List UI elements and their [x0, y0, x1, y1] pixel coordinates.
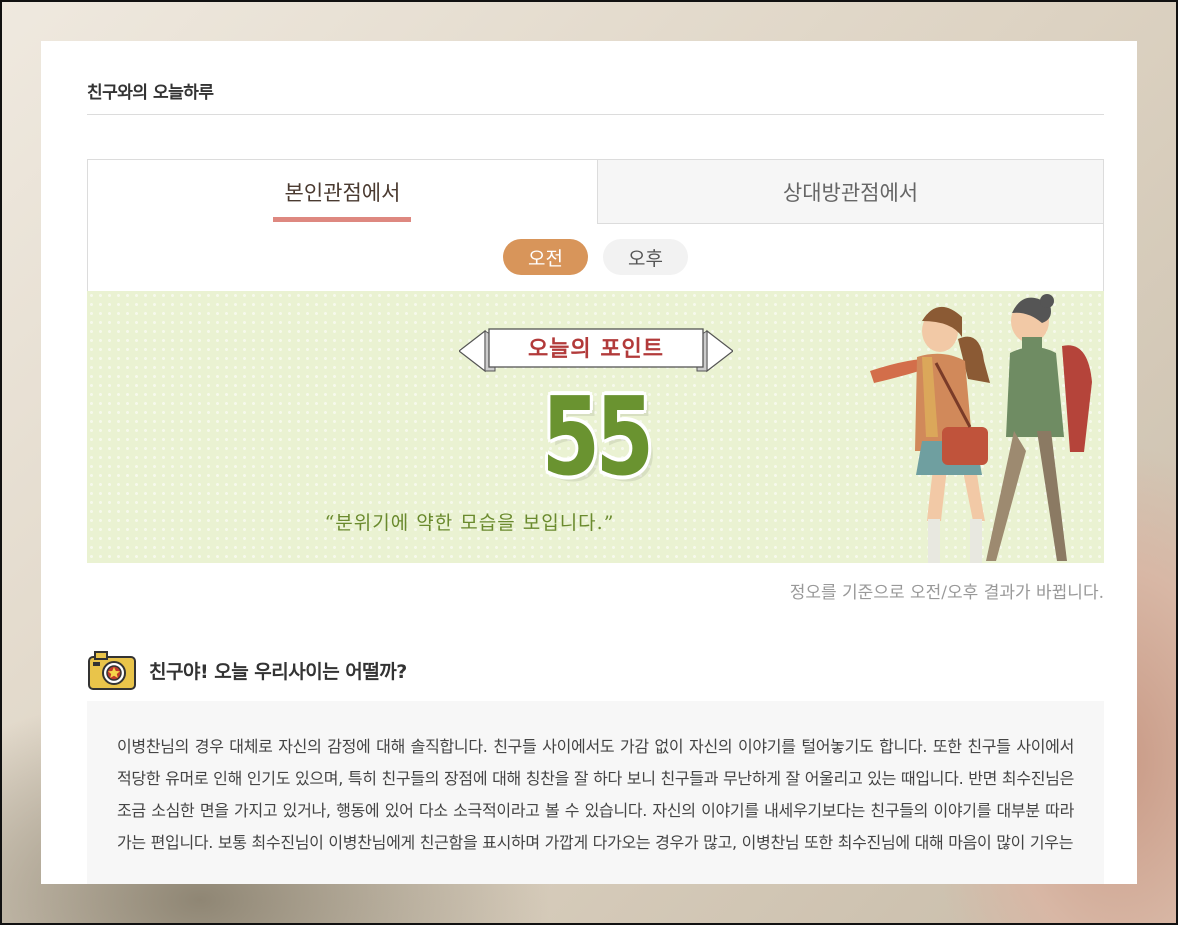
ribbon: 오늘의 포인트 [458, 327, 734, 375]
page-title-bar: 친구와의 오늘하루 [87, 78, 1104, 115]
section-heading-text: 친구야! 오늘 우리사이는 어떨까? [149, 661, 407, 683]
pm-toggle-button[interactable]: 오후 [603, 239, 688, 275]
perspective-box: 본인관점에서 상대방관점에서 오전 오후 [87, 159, 1104, 292]
description-text: 이병찬님의 경우 대체로 자신의 감정에 대해 솔직합니다. 친구들 사이에서도… [117, 737, 1074, 852]
am-pm-note: 정오를 기준으로 오전/오후 결과가 바뀝니다. [789, 583, 1104, 603]
pm-label: 오후 [628, 247, 663, 270]
today-quote: “분위기에 약한 모습을 보입니다.” [324, 512, 615, 534]
tab-self-label: 본인관점에서 [284, 181, 401, 205]
camera-icon [88, 651, 136, 690]
content-card: 친구와의 오늘하루 본인관점에서 상대방관점에서 오전 오후 오늘의 포인트 5… [41, 41, 1137, 884]
today-point-banner: 오늘의 포인트 55 “분위기에 약한 모습을 보입니다.” [87, 291, 1104, 563]
page-title: 친구와의 오늘하루 [87, 83, 214, 103]
ribbon-text: 오늘의 포인트 [527, 337, 665, 362]
friends-illustration [870, 294, 1092, 563]
am-label: 오전 [528, 247, 563, 270]
tab-partner-label: 상대방관점에서 [782, 180, 919, 205]
relationship-description: 이병찬님의 경우 대체로 자신의 감정에 대해 솔직합니다. 친구들 사이에서도… [87, 701, 1104, 884]
tab-partner-perspective[interactable]: 상대방관점에서 [597, 160, 1103, 224]
section-heading: 친구야! 오늘 우리사이는 어떨까? [87, 647, 687, 691]
am-toggle-button[interactable]: 오전 [503, 239, 588, 275]
tab-self-perspective[interactable]: 본인관점에서 [88, 160, 597, 224]
